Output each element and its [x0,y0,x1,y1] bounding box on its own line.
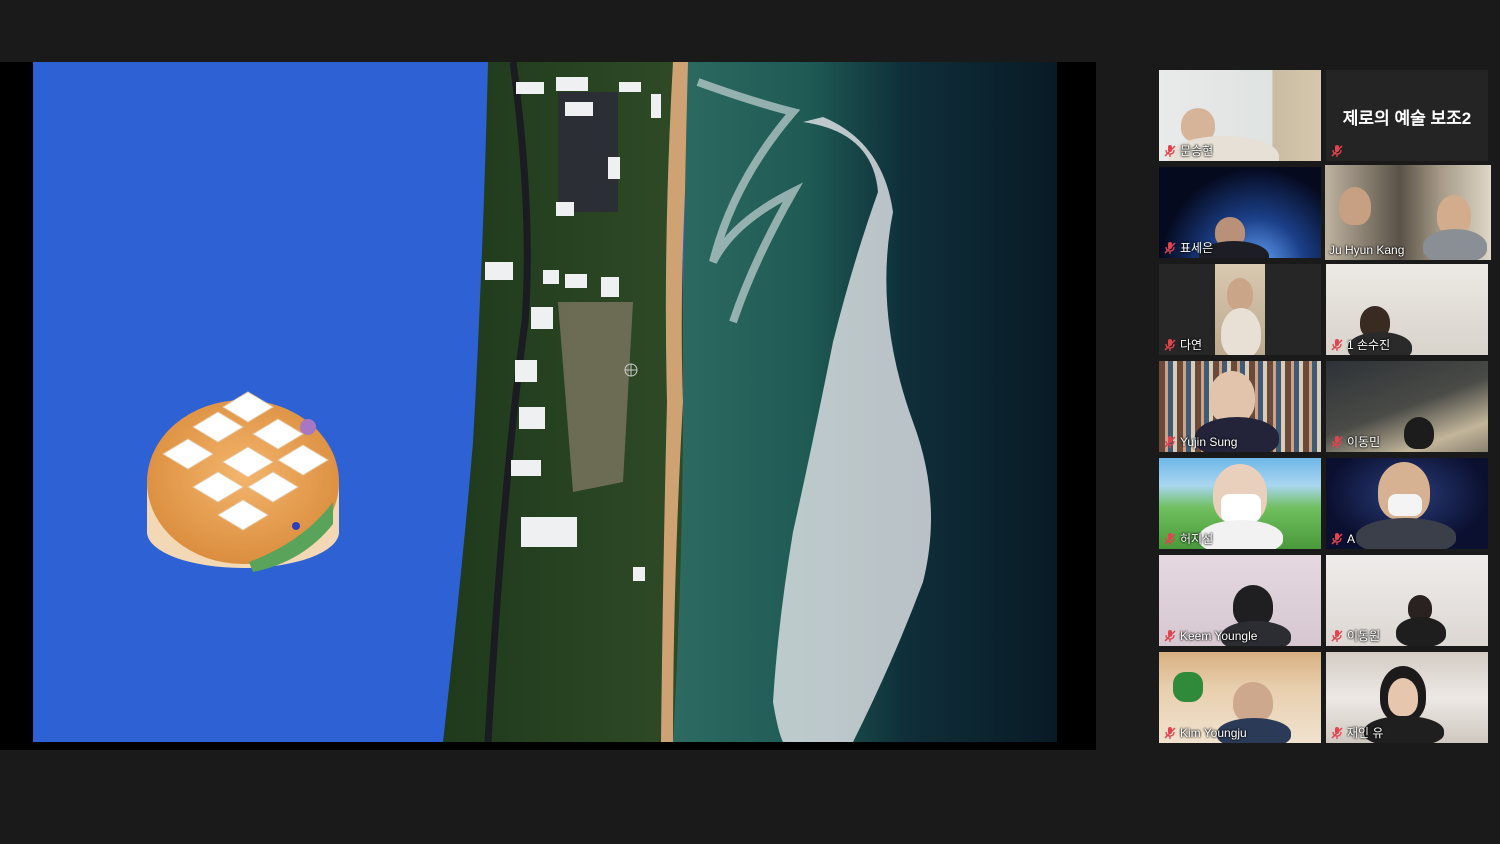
muted-mic-icon [1330,532,1344,546]
participant-name: 허지선 [1180,532,1214,546]
participant-name: Yujin Sung [1180,435,1238,449]
video-tile[interactable]: 제로의 예술 보조2 [1326,70,1488,161]
participant-display-name: 제로의 예술 보조2 [1342,109,1472,128]
participant-label: 1 손수진 [1330,338,1390,352]
participant-label: 표세은 [1163,241,1213,255]
muted-mic-icon [1163,726,1177,740]
muted-mic-icon [1330,338,1344,352]
participant-name: 이동민 [1347,435,1381,449]
participant-name: Kim Youngju [1180,726,1247,740]
shared-screen-frame [0,62,1096,750]
video-tile[interactable]: 이동원 [1326,555,1488,646]
participant-name: 문승현 [1180,144,1214,158]
participant-name: 이동원 [1347,629,1381,643]
muted-mic-icon [1330,144,1344,158]
participant-body [1396,617,1446,646]
video-tile[interactable]: Kim Youngju [1159,652,1321,743]
shared-screen-content[interactable] [33,62,1057,742]
participant-label: 허지선 [1163,532,1213,546]
blue-ocean [33,62,503,742]
participant-label: Ju Hyun Kang [1329,243,1404,257]
participant-body [1423,229,1487,260]
participant-label: 이동원 [1330,629,1380,643]
video-tile-active-speaker[interactable]: Ju Hyun Kang [1325,165,1491,260]
shared-image [33,62,1057,742]
video-tile[interactable]: 이동민 [1326,361,1488,452]
video-tile[interactable]: Yujin Sung [1159,361,1321,452]
participant-name: 표세은 [1180,241,1214,255]
participant-name: Ju Hyun Kang [1329,243,1405,257]
participant-face [1227,278,1253,310]
participant-body [1356,518,1456,549]
participant-gallery: 문승현 제로의 예술 보조2 표세은 Ju Hyun Kang 다연 1 손수진… [1158,69,1492,745]
participant-skin [1388,678,1418,716]
muted-mic-icon [1330,629,1344,643]
participant-face [1233,682,1273,722]
participant-label: 이동민 [1330,435,1380,449]
video-tile[interactable]: A [1326,458,1488,549]
muted-mic-icon [1330,726,1344,740]
participant-name: 다연 [1180,338,1203,352]
participant-label: A [1330,532,1355,546]
participant-face [1209,371,1255,423]
muted-mic-icon [1163,338,1177,352]
muted-mic-icon [1163,532,1177,546]
face-mask [1221,494,1261,522]
participant-face [1404,417,1434,449]
participant-label: Yujin Sung [1163,435,1237,449]
green-object [1173,672,1203,702]
video-tile[interactable]: 문승현 [1159,70,1321,161]
muted-mic-icon [1163,144,1177,158]
participant-label: Keem Youngle [1163,629,1257,643]
muted-mic-icon [1163,435,1177,449]
video-tile[interactable]: 1 손수진 [1326,264,1488,355]
participant-label [1330,144,1344,158]
participant-label: 다연 [1163,338,1202,352]
mouse-cursor-icon [624,363,638,377]
participant-label: Kim Youngju [1163,726,1247,740]
video-tile[interactable]: 다연 [1159,264,1321,355]
video-tile[interactable]: Keem Youngle [1159,555,1321,646]
muted-mic-icon [1163,241,1177,255]
participant-name: 재인 유 [1347,726,1384,740]
participant-name: Keem Youngle [1180,629,1258,643]
muted-mic-icon [1163,629,1177,643]
face-mask [1388,494,1422,516]
participant-name: A [1347,532,1356,546]
video-tile[interactable]: 허지선 [1159,458,1321,549]
video-tile[interactable]: 재인 유 [1326,652,1488,743]
muted-mic-icon [1330,435,1344,449]
participant-label: 문승현 [1163,144,1213,158]
video-tile[interactable]: 표세은 [1159,167,1321,258]
participant-name: 1 손수진 [1347,338,1391,352]
participant-body [1221,308,1261,355]
participant-face [1339,187,1371,225]
participant-label: 재인 유 [1330,726,1383,740]
